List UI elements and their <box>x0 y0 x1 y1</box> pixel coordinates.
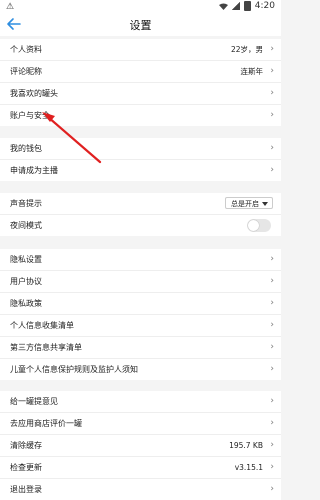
settings-row-check-update[interactable]: 检查更新 v3.15.1 › <box>0 456 281 478</box>
page-title: 设置 <box>129 19 152 32</box>
row-value: 22岁，男 <box>230 45 263 54</box>
settings-group-preferences: 声音提示 总是开启 夜间模式 <box>0 193 281 236</box>
row-label: 退出登录 <box>10 485 42 494</box>
row-label: 给一罐提意见 <box>10 397 58 406</box>
row-value: v3.15.1 <box>234 463 263 472</box>
chevron-right-icon: › <box>270 88 274 98</box>
settings-row-third-party[interactable]: 第三方信息共享清单 › <box>0 336 281 358</box>
chevron-right-icon: › <box>270 44 274 54</box>
settings-group-account: 个人资料 22岁，男 › 评论昵称 连斯年 › 我喜欢的罐头 › 账户与安全 › <box>0 39 281 126</box>
chevron-right-icon: › <box>270 298 274 308</box>
chevron-right-icon: › <box>270 364 274 374</box>
row-label: 清除缓存 <box>10 441 42 450</box>
settings-row-info-collection[interactable]: 个人信息收集清单 › <box>0 314 281 336</box>
row-label: 隐私设置 <box>10 255 42 264</box>
signal-icon <box>231 2 240 10</box>
settings-row-sound: 声音提示 总是开启 <box>0 193 281 214</box>
row-label: 第三方信息共享清单 <box>10 343 82 352</box>
night-mode-toggle[interactable] <box>247 219 271 232</box>
caret-down-icon <box>262 202 268 206</box>
row-label: 我的钱包 <box>10 144 42 153</box>
chevron-right-icon: › <box>270 462 274 472</box>
settings-row-night-mode: 夜间模式 <box>0 214 281 236</box>
chevron-right-icon: › <box>270 254 274 264</box>
row-label: 账户与安全 <box>10 111 50 120</box>
row-label: 用户协议 <box>10 277 42 286</box>
chevron-right-icon: › <box>270 342 274 352</box>
row-label: 个人资料 <box>10 45 42 54</box>
row-label: 声音提示 <box>10 199 42 208</box>
row-label: 儿童个人信息保护规则及监护人须知 <box>10 365 138 374</box>
settings-row-logout[interactable]: 退出登录 › <box>0 478 281 500</box>
settings-row-feedback[interactable]: 给一罐提意见 › <box>0 391 281 412</box>
wifi-icon <box>218 3 228 10</box>
row-value: 195.7 KB <box>229 441 263 450</box>
settings-row-user-agreement[interactable]: 用户协议 › <box>0 270 281 292</box>
chevron-right-icon: › <box>270 143 274 153</box>
status-icons: 4:20 <box>218 1 275 11</box>
row-label: 个人信息收集清单 <box>10 321 74 330</box>
settings-row-nickname[interactable]: 评论昵称 连斯年 › <box>0 60 281 82</box>
settings-row-apply-anchor[interactable]: 申请成为主播 › <box>0 159 281 181</box>
settings-row-favorites[interactable]: 我喜欢的罐头 › <box>0 82 281 104</box>
settings-row-account-security[interactable]: 账户与安全 › <box>0 104 281 126</box>
row-label: 隐私政策 <box>10 299 42 308</box>
clock: 4:20 <box>254 1 275 11</box>
settings-row-privacy-policy[interactable]: 隐私政策 › <box>0 292 281 314</box>
status-bar: ⚠ 4:20 <box>0 0 281 14</box>
row-label: 检查更新 <box>10 463 42 472</box>
chevron-right-icon: › <box>270 165 274 175</box>
chevron-right-icon: › <box>270 66 274 76</box>
chevron-right-icon: › <box>270 484 274 494</box>
settings-row-wallet[interactable]: 我的钱包 › <box>0 138 281 159</box>
chevron-right-icon: › <box>270 276 274 286</box>
row-label: 我喜欢的罐头 <box>10 89 58 98</box>
chevron-right-icon: › <box>270 396 274 406</box>
chevron-right-icon: › <box>270 320 274 330</box>
settings-row-profile[interactable]: 个人资料 22岁，男 › <box>0 39 281 60</box>
settings-row-privacy-settings[interactable]: 隐私设置 › <box>0 249 281 270</box>
row-label: 评论昵称 <box>10 67 42 76</box>
row-label: 夜间模式 <box>10 221 42 230</box>
warning-icon: ⚠ <box>6 2 15 12</box>
row-label: 去应用商店评价一罐 <box>10 419 82 428</box>
settings-group-misc: 给一罐提意见 › 去应用商店评价一罐 › 清除缓存 195.7 KB › 检查更… <box>0 391 281 500</box>
sound-select[interactable]: 总是开启 <box>225 197 273 209</box>
row-label: 申请成为主播 <box>10 166 58 175</box>
settings-row-rate-app[interactable]: 去应用商店评价一罐 › <box>0 412 281 434</box>
settings-row-clear-cache[interactable]: 清除缓存 195.7 KB › <box>0 434 281 456</box>
chevron-right-icon: › <box>270 110 274 120</box>
settings-row-children-privacy[interactable]: 儿童个人信息保护规则及监护人须知 › <box>0 358 281 380</box>
chevron-right-icon: › <box>270 418 274 428</box>
chevron-right-icon: › <box>270 440 274 450</box>
app-header: 设置 <box>0 14 281 36</box>
toggle-knob <box>248 220 259 231</box>
sound-select-value: 总是开启 <box>231 200 259 208</box>
settings-group-privacy: 隐私设置 › 用户协议 › 隐私政策 › 个人信息收集清单 › 第三方信息共享清… <box>0 249 281 380</box>
settings-group-wallet: 我的钱包 › 申请成为主播 › <box>0 138 281 181</box>
row-value: 连斯年 <box>240 67 264 76</box>
battery-icon <box>243 1 251 11</box>
